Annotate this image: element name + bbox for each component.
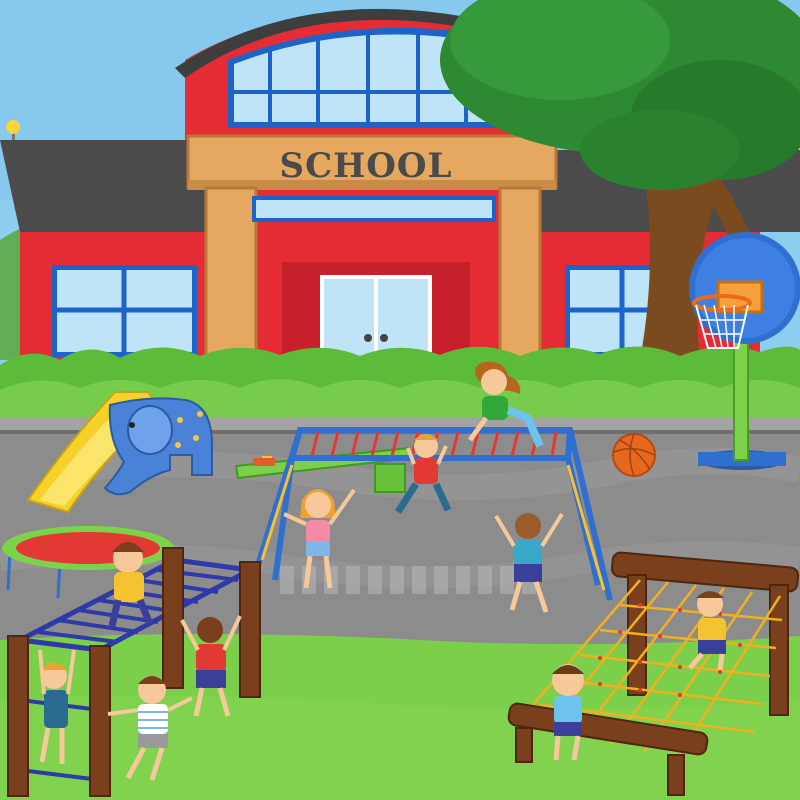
left-window (52, 265, 197, 357)
school-sign: SCHOOL (280, 146, 453, 186)
playground-scene: SCHOOL (0, 0, 800, 800)
basketball (612, 433, 656, 477)
